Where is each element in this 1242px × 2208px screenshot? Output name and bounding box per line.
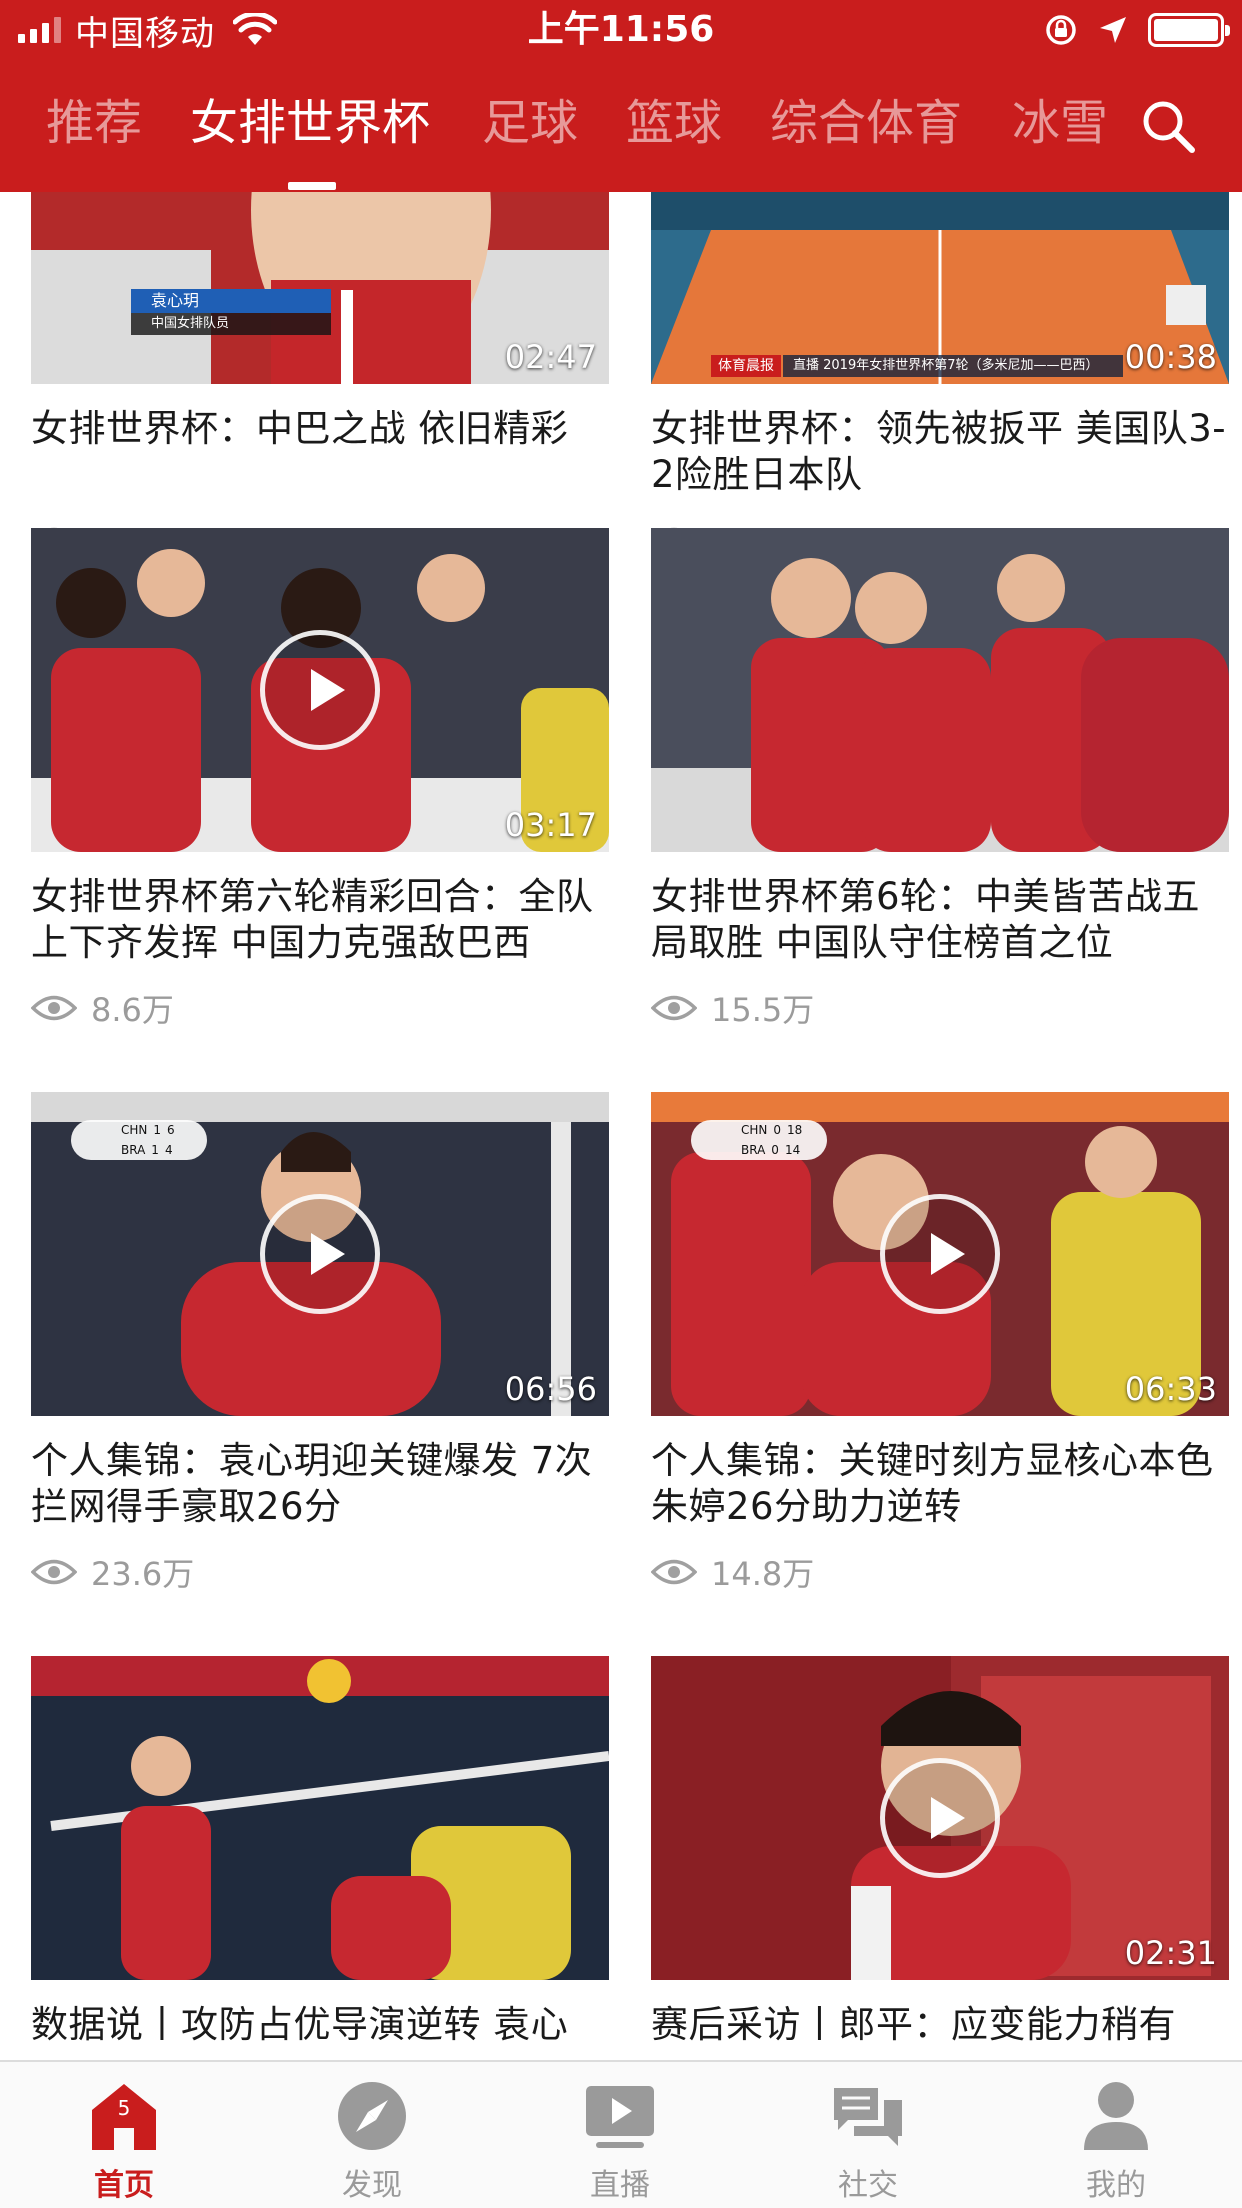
score-team2: BRA xyxy=(121,1143,146,1157)
video-card[interactable]: 03:17 女排世界杯第六轮精彩回合：全队上下齐发挥 中国力克强敌巴西 8.6万 xyxy=(31,528,609,1030)
score-pts2: 4 xyxy=(164,1143,173,1157)
eye-icon xyxy=(31,1559,77,1585)
score-sets1: 1 xyxy=(153,1123,162,1137)
tab-social[interactable]: 社交 xyxy=(788,2080,948,2206)
rotation-lock-icon xyxy=(1046,15,1076,45)
video-thumbnail[interactable]: 02:31 xyxy=(651,1656,1229,1980)
video-thumbnail[interactable]: 体育晨报 直播 2019年女排世界杯第7轮（多米尼加——巴西） 00:38 xyxy=(651,192,1229,384)
tab-label: 首页 xyxy=(94,2168,154,2203)
score-team1: CHN xyxy=(741,1123,768,1137)
play-button[interactable] xyxy=(880,1758,1000,1878)
thumbnail-image xyxy=(651,528,1229,852)
view-count-text: 8.6万 xyxy=(91,991,174,1029)
category-tab-winter-sports[interactable]: 冰雪 xyxy=(1012,88,1108,158)
video-duration: 06:56 xyxy=(504,1370,597,1408)
video-card[interactable]: 数据说丨攻防占优导演逆转 袁心 xyxy=(31,1656,609,2060)
category-nav: 推荐 女排世界杯 足球 篮球 综合体育 冰雪 xyxy=(0,88,1242,158)
home-icon: 5 xyxy=(92,2084,156,2150)
caption-name-chip: 袁心玥 xyxy=(131,289,331,313)
view-count-text: 15.5万 xyxy=(711,991,815,1029)
video-title[interactable]: 数据说丨攻防占优导演逆转 袁心 xyxy=(31,2002,609,2060)
eye-icon xyxy=(651,1559,697,1585)
score-pts2: 14 xyxy=(784,1143,801,1157)
score-sets2: 1 xyxy=(151,1143,159,1157)
video-duration: 06:33 xyxy=(1124,1370,1217,1408)
app-header: 中国移动 上午11:56 推荐 女排世界杯 足球 篮球 综合体育 冰雪 xyxy=(0,0,1242,192)
view-count: 8.6万 xyxy=(31,986,609,1030)
score-sets1: 0 xyxy=(773,1123,782,1137)
view-count: 14.8万 xyxy=(651,1550,1229,1594)
status-right xyxy=(1044,10,1230,50)
video-title[interactable]: 女排世界杯：中巴之战 依旧精彩 xyxy=(31,406,609,498)
live-play-icon xyxy=(586,2086,654,2148)
scoreboard: CHN 0 18 BRA 0 14 xyxy=(691,1120,827,1160)
view-count: 15.5万 xyxy=(651,986,1229,1030)
score-pts1: 6 xyxy=(167,1123,175,1137)
search-icon[interactable] xyxy=(1138,96,1198,156)
category-tab-volleyball-world-cup[interactable]: 女排世界杯 xyxy=(190,88,430,158)
score-pts1: 18 xyxy=(787,1123,803,1137)
video-feed[interactable]: 袁心玥 中国女排队员 02:47 女排世界杯：中巴之战 依旧精彩 3.8万 体育… xyxy=(0,192,1242,2060)
category-tab-football[interactable]: 足球 xyxy=(482,88,578,158)
play-button[interactable] xyxy=(260,1194,380,1314)
category-tab-basketball[interactable]: 篮球 xyxy=(626,88,722,158)
video-duration: 02:47 xyxy=(504,338,597,376)
score-sets2: 0 xyxy=(771,1143,779,1157)
scoreboard: CHN 1 6 BRA 1 4 xyxy=(71,1120,207,1160)
video-title[interactable]: 赛后采访丨郎平：应变能力稍有 xyxy=(651,2002,1229,2060)
tab-live[interactable]: 直播 xyxy=(540,2080,700,2206)
score-team2: BRA xyxy=(741,1143,766,1157)
caption-subtitle: 中国女排队员 xyxy=(131,313,331,335)
tab-label: 我的 xyxy=(1086,2168,1146,2203)
video-card[interactable]: 02:31 赛后采访丨郎平：应变能力稍有 xyxy=(651,1656,1229,2060)
caption-name-chip: 体育晨报 xyxy=(711,355,781,377)
category-tab-general-sports[interactable]: 综合体育 xyxy=(770,88,962,158)
video-thumbnail[interactable] xyxy=(31,1656,609,1980)
thumbnail-image xyxy=(31,1656,609,1980)
play-button[interactable] xyxy=(880,1194,1000,1314)
view-count-text: 23.6万 xyxy=(91,1555,195,1593)
video-card[interactable]: 女排世界杯第6轮：中美皆苦战五局取胜 中国队守住榜首之位 15.5万 xyxy=(651,528,1229,1030)
video-title[interactable]: 女排世界杯：领先被扳平 美国队3-2险胜日本队 xyxy=(651,406,1229,498)
tab-discover[interactable]: 发现 xyxy=(292,2080,452,2206)
status-bar: 中国移动 上午11:56 xyxy=(0,0,1242,60)
video-card[interactable]: CHN 1 6 BRA 1 4 06:56 个人集锦：袁心玥迎关键爆发 7次拦网得手豪取… xyxy=(31,1092,609,1594)
active-category-indicator xyxy=(288,182,336,190)
home-badge-number: 5 xyxy=(118,2096,131,2120)
video-duration: 02:31 xyxy=(1124,1934,1217,1972)
compass-icon xyxy=(338,2082,406,2150)
eye-icon xyxy=(31,995,77,1021)
score-team1: CHN xyxy=(121,1123,148,1137)
video-thumbnail[interactable]: CHN 0 18 BRA 0 14 06:33 xyxy=(651,1092,1229,1416)
video-thumbnail[interactable]: 袁心玥 中国女排队员 02:47 xyxy=(31,192,609,384)
video-title[interactable]: 女排世界杯第6轮：中美皆苦战五局取胜 中国队守住榜首之位 xyxy=(651,874,1229,966)
person-icon xyxy=(1084,2082,1148,2150)
caption-subtitle: 直播 2019年女排世界杯第7轮（多米尼加——巴西） xyxy=(783,355,1123,377)
video-thumbnail[interactable]: 03:17 xyxy=(31,528,609,852)
video-card[interactable]: 体育晨报 直播 2019年女排世界杯第7轮（多米尼加——巴西） 00:38 女排… xyxy=(651,192,1229,562)
video-thumbnail[interactable] xyxy=(651,528,1229,852)
video-thumbnail[interactable]: CHN 1 6 BRA 1 4 06:56 xyxy=(31,1092,609,1416)
bottom-tab-bar: 5 首页 发现 直播 社交 我的 xyxy=(0,2060,1242,2208)
tab-label: 直播 xyxy=(590,2168,650,2203)
play-button[interactable] xyxy=(260,630,380,750)
eye-icon xyxy=(651,995,697,1021)
chat-bubbles-icon xyxy=(834,2088,902,2146)
location-arrow-icon xyxy=(1100,17,1126,43)
battery-icon xyxy=(1148,13,1230,47)
tab-label: 发现 xyxy=(342,2168,402,2203)
video-card[interactable]: 袁心玥 中国女排队员 02:47 女排世界杯：中巴之战 依旧精彩 3.8万 xyxy=(31,192,609,562)
video-card[interactable]: CHN 0 18 BRA 0 14 06:33 个人集锦：关键时刻方显核心本色 朱婷26… xyxy=(651,1092,1229,1594)
tab-label: 社交 xyxy=(838,2168,898,2203)
video-title[interactable]: 个人集锦：关键时刻方显核心本色 朱婷26分助力逆转 xyxy=(651,1438,1229,1530)
video-duration: 00:38 xyxy=(1124,338,1217,376)
video-duration: 03:17 xyxy=(504,806,597,844)
view-count: 23.6万 xyxy=(31,1550,609,1594)
video-title[interactable]: 个人集锦：袁心玥迎关键爆发 7次拦网得手豪取26分 xyxy=(31,1438,609,1530)
tab-me[interactable]: 我的 xyxy=(1036,2080,1196,2206)
category-tab-recommend[interactable]: 推荐 xyxy=(46,88,142,158)
video-title[interactable]: 女排世界杯第六轮精彩回合：全队上下齐发挥 中国力克强敌巴西 xyxy=(31,874,609,966)
tab-home[interactable]: 5 首页 xyxy=(44,2080,204,2206)
view-count-text: 14.8万 xyxy=(711,1555,815,1593)
